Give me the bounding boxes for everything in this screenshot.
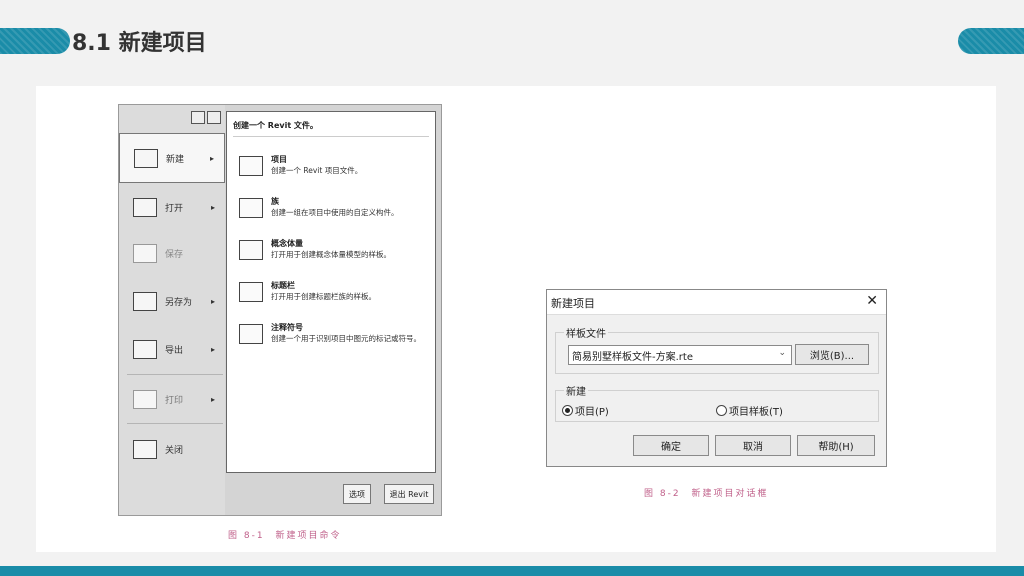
open-folder-icon [133, 197, 157, 217]
right-accent-bar [958, 28, 1024, 54]
submenu-arrow-icon: ▸ [210, 202, 215, 212]
title-block-icon [239, 282, 263, 302]
bottom-accent-bar [0, 566, 1024, 576]
submenu-item-project[interactable]: 项目 创建一个 Revit 项目文件。 [239, 154, 429, 190]
figure-caption-1: 图 8-1 新建项目命令 [228, 531, 342, 541]
menu-item-open[interactable]: 打开 ▸ [119, 183, 225, 231]
menu-item-print[interactable]: 打印 ▸ [119, 375, 225, 423]
menu-item-label: 新建 [166, 154, 185, 165]
submenu-item-desc: 创建一个用于识别项目中图元的标记或符号。 [271, 334, 421, 343]
menu-item-save[interactable]: 保存 [119, 229, 225, 277]
browse-button[interactable]: 浏览(B)... [795, 344, 869, 365]
dialog-title: 新建项目 [551, 297, 595, 310]
menu-item-export[interactable]: 导出 ▸ [119, 325, 225, 373]
submenu-item-title: 注释符号 [271, 323, 303, 332]
submenu-item-family[interactable]: 族 创建一组在项目中使用的自定义构件。 [239, 196, 429, 232]
chevron-down-icon: ⌄ [778, 348, 786, 358]
radio-project-label: 项目(P) [575, 407, 609, 418]
open-docs-icon[interactable] [207, 111, 221, 124]
menu-divider [127, 423, 223, 424]
radio-project-template[interactable]: 项目样板(T) [716, 403, 783, 418]
help-button[interactable]: 帮助(H) [797, 435, 875, 456]
submenu-item-desc: 打开用于创建标题栏族的样板。 [271, 292, 376, 301]
submenu-item-desc: 创建一组在项目中使用的自定义构件。 [271, 208, 399, 217]
menu-item-save-as[interactable]: 另存为 ▸ [119, 277, 225, 325]
print-icon [133, 389, 157, 409]
radio-project[interactable]: 项目(P) [562, 403, 609, 418]
submenu-divider [233, 136, 429, 137]
menu-item-close[interactable]: 关闭 [119, 425, 225, 473]
submenu-item-title: 族 [271, 197, 279, 206]
menu-item-label: 导出 [165, 345, 184, 356]
options-button[interactable]: 选项 [343, 484, 371, 504]
submenu-item-title: 项目 [271, 155, 287, 164]
submenu-item-title: 概念体量 [271, 239, 303, 248]
radio-unchecked-icon [716, 405, 727, 416]
template-group-label: 样板文件 [564, 325, 608, 340]
save-as-icon [133, 291, 157, 311]
menu-item-label: 保存 [165, 249, 184, 260]
submenu-arrow-icon: ▸ [210, 394, 215, 404]
submenu-header: 创建一个 Revit 文件。 [233, 121, 318, 130]
new-group-label: 新建 [564, 383, 588, 398]
submenu-item-title: 标题栏 [271, 281, 295, 290]
project-icon [239, 156, 263, 176]
new-file-icon [134, 148, 158, 168]
revit-app-menu: 新建 ▸ 打开 ▸ 保存 另存为 ▸ 导出 ▸ 打印 ▸ 关闭 创建一个 Rev… [118, 104, 442, 516]
dialog-titlebar: 新建项目 ✕ [547, 290, 886, 315]
menu-item-label: 打开 [165, 203, 184, 214]
menu-item-label: 打印 [165, 395, 184, 406]
family-icon [239, 198, 263, 218]
menu-item-new[interactable]: 新建 ▸ [119, 133, 225, 183]
menu-item-label: 关闭 [165, 445, 184, 456]
submenu-item-desc: 创建一个 Revit 项目文件。 [271, 166, 363, 175]
menu-left-column: 新建 ▸ 打开 ▸ 保存 另存为 ▸ 导出 ▸ 打印 ▸ 关闭 [119, 105, 225, 515]
figure-caption-2: 图 8-2 新建项目对话框 [644, 489, 769, 499]
new-submenu: 创建一个 Revit 文件。 项目 创建一个 Revit 项目文件。 族 创建一… [226, 111, 436, 473]
template-file-group: 样板文件 简易别墅样板文件-方案.rte ⌄ 浏览(B)... [555, 325, 879, 374]
submenu-arrow-icon: ▸ [210, 296, 215, 306]
submenu-item-annotation-symbol[interactable]: 注释符号 创建一个用于识别项目中图元的标记或符号。 [239, 322, 429, 358]
template-select-value: 简易别墅样板文件-方案.rte [572, 352, 693, 363]
submenu-arrow-icon: ▸ [209, 153, 214, 163]
cancel-button[interactable]: 取消 [715, 435, 791, 456]
quick-access-icons [191, 111, 221, 124]
close-icon[interactable]: ✕ [866, 293, 878, 309]
conceptual-mass-icon [239, 240, 263, 260]
recent-docs-icon[interactable] [191, 111, 205, 124]
submenu-item-conceptual-mass[interactable]: 概念体量 打开用于创建概念体量模型的样板。 [239, 238, 429, 274]
menu-item-label: 另存为 [165, 297, 193, 308]
export-icon [133, 339, 157, 359]
submenu-arrow-icon: ▸ [210, 344, 215, 354]
exit-revit-button[interactable]: 退出 Revit [384, 484, 434, 504]
new-project-dialog: 新建项目 ✕ 样板文件 简易别墅样板文件-方案.rte ⌄ 浏览(B)... 新… [546, 289, 887, 467]
ok-button[interactable]: 确定 [633, 435, 709, 456]
page-title: 8.1 新建项目 [72, 31, 207, 56]
radio-template-label: 项目样板(T) [729, 407, 783, 418]
left-accent-bar [0, 28, 70, 54]
template-select[interactable]: 简易别墅样板文件-方案.rte ⌄ [568, 345, 792, 365]
submenu-item-desc: 打开用于创建概念体量模型的样板。 [271, 250, 391, 259]
new-type-group: 新建 项目(P) 项目样板(T) [555, 383, 879, 422]
submenu-item-title-block[interactable]: 标题栏 打开用于创建标题栏族的样板。 [239, 280, 429, 316]
radio-checked-icon [562, 405, 573, 416]
save-icon [133, 243, 157, 263]
annotation-symbol-icon [239, 324, 263, 344]
close-file-icon [133, 439, 157, 459]
